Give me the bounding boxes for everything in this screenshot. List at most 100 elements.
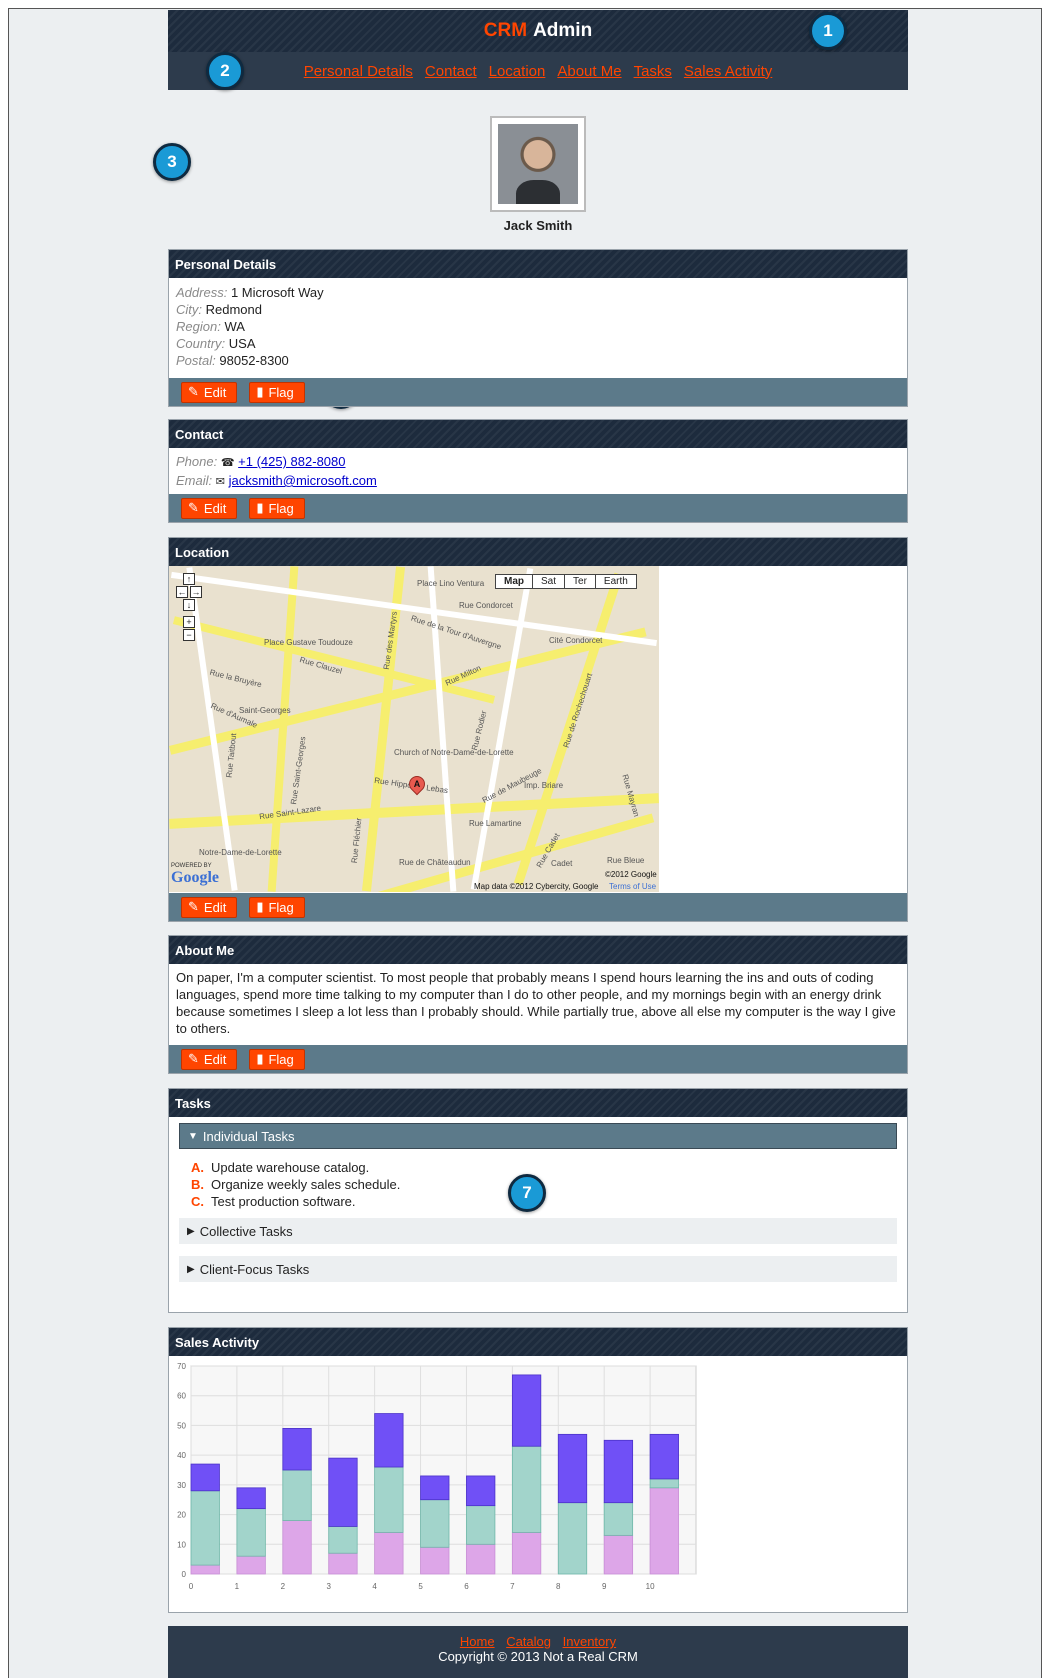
footer-links: Home Catalog Inventory — [168, 1634, 908, 1649]
metro-label: Notre-Dame-de-Lorette — [199, 848, 282, 857]
footer-link-inventory[interactable]: Inventory — [563, 1634, 616, 1649]
phone-link[interactable]: +1 (425) 882-8080 — [238, 454, 345, 469]
bookmark-icon: ▮ — [256, 384, 264, 399]
x-tick-label: 6 — [464, 1582, 469, 1591]
nav-link-location[interactable]: Location — [489, 63, 546, 80]
bar-segment — [511, 1374, 542, 1447]
bar-segment — [236, 1487, 266, 1510]
bar-segment — [374, 1466, 404, 1533]
map-data-attribution: Map data ©2012 Cybercity, Google — [474, 882, 599, 891]
edit-button[interactable]: ✎ Edit — [181, 381, 238, 403]
nav-link-about-me[interactable]: About Me — [557, 63, 621, 80]
panel-heading: About Me — [169, 936, 907, 964]
task-letter: C. — [191, 1194, 204, 1209]
zoom-out-icon[interactable]: − — [183, 629, 195, 641]
x-tick-label: 7 — [510, 1582, 515, 1591]
profile-name: Jack Smith — [503, 218, 573, 233]
flag-button[interactable]: ▮ Flag — [249, 497, 305, 519]
list-item: C. Test production software. — [191, 1193, 907, 1210]
bar-segment — [190, 1490, 220, 1566]
triangle-down-icon: ▼ — [188, 1130, 198, 1142]
map-type-ter[interactable]: Ter — [565, 575, 596, 588]
region-value: WA — [224, 319, 245, 334]
edit-button[interactable]: ✎ Edit — [181, 1048, 238, 1070]
nav-link-sales-activity[interactable]: Sales Activity — [684, 63, 772, 80]
map-type-sat[interactable]: Sat — [533, 575, 566, 588]
flag-button[interactable]: ▮ Flag — [249, 1048, 305, 1070]
footer-link-catalog[interactable]: Catalog — [506, 1634, 551, 1649]
field-label: Region: — [176, 319, 221, 334]
task-letter: A. — [191, 1160, 204, 1175]
place-label: Place Lino Ventura — [417, 579, 485, 588]
about-me-text: On paper, I'm a computer scientist. To m… — [176, 970, 896, 1036]
bar-segment — [420, 1499, 450, 1548]
bar-segment — [374, 1413, 404, 1468]
pan-left-icon[interactable]: ← — [176, 586, 188, 598]
map-type-map[interactable]: Map — [496, 575, 533, 588]
x-tick-label: 10 — [646, 1582, 655, 1591]
avatar — [498, 124, 578, 204]
flag-button[interactable]: ▮ Flag — [249, 896, 305, 918]
accordion-client-focus-tasks[interactable]: ▶ Client-Focus Tasks — [179, 1256, 897, 1282]
bar-segment — [511, 1445, 542, 1533]
accordion-individual-tasks[interactable]: ▼ Individual Tasks — [179, 1123, 897, 1149]
place-label: Imp. Briare — [524, 781, 564, 790]
pencil-icon: ✎ — [188, 899, 199, 914]
site-header: CRM Admin Personal Details Contact Locat… — [168, 10, 908, 90]
bar-segment — [603, 1502, 634, 1536]
bar-segment — [603, 1439, 634, 1504]
x-tick-label: 8 — [556, 1582, 561, 1591]
y-tick-label: 40 — [177, 1451, 186, 1460]
bar-segment — [374, 1531, 404, 1575]
footer-copyright: Copyright © 2013 Not a Real CRM — [438, 1649, 638, 1664]
email-link[interactable]: jacksmith@microsoft.com — [229, 473, 377, 488]
edit-button[interactable]: ✎ Edit — [181, 896, 238, 918]
panel-actions: ✎ Edit ▮ Flag — [169, 494, 907, 522]
edit-button[interactable]: ✎ Edit — [181, 497, 238, 519]
location-panel: Location Map Sat Ter Earth ↑ ← → ↓ + − R… — [168, 537, 908, 922]
accordion-label: Collective Tasks — [199, 1223, 293, 1239]
nav-link-personal-details[interactable]: Personal Details — [304, 63, 413, 80]
bar-segment — [649, 1478, 679, 1489]
pencil-icon: ✎ — [188, 1051, 199, 1066]
footer-link-home[interactable]: Home — [460, 1634, 495, 1649]
street-label: Rue Condorcet — [459, 601, 513, 610]
pan-down-icon[interactable]: ↓ — [183, 599, 195, 611]
nav-link-tasks[interactable]: Tasks — [634, 63, 672, 80]
panel-heading: Personal Details — [169, 250, 907, 278]
map-type-earth[interactable]: Earth — [596, 575, 636, 588]
map-type-selector: Map Sat Ter Earth — [495, 574, 637, 589]
field-label: Address: — [176, 285, 228, 300]
accordion-label: Client-Focus Tasks — [199, 1261, 310, 1277]
x-tick-label: 4 — [372, 1582, 377, 1591]
panel-heading: Tasks — [169, 1089, 907, 1117]
accordion-collective-tasks[interactable]: ▶ Collective Tasks — [179, 1218, 897, 1244]
zoom-in-icon[interactable]: + — [183, 616, 195, 628]
map-road — [169, 793, 659, 829]
contact-panel: Contact Phone: ☎ +1 (425) 882-8080 Email… — [168, 419, 908, 523]
bar-segment — [466, 1543, 496, 1575]
google-logo: Google — [171, 869, 219, 886]
flag-button-label: Flag — [268, 899, 294, 915]
x-tick-label: 9 — [602, 1582, 607, 1591]
x-tick-label: 3 — [327, 1582, 332, 1591]
phone-icon: ☎ — [220, 457, 235, 469]
panel-heading: Sales Activity — [169, 1328, 907, 1356]
field-label: Country: — [176, 336, 226, 351]
personal-details-panel: Personal Details Address: 1 Microsoft Wa… — [168, 249, 908, 407]
map[interactable]: Map Sat Ter Earth ↑ ← → ↓ + − Rue Condor… — [169, 566, 659, 892]
site-footer: Home Catalog Inventory Copyright © 2013 … — [168, 1626, 908, 1678]
bar-segment — [328, 1552, 358, 1575]
nav-link-contact[interactable]: Contact — [425, 63, 477, 80]
y-tick-label: 10 — [177, 1540, 186, 1549]
pencil-icon: ✎ — [188, 384, 199, 399]
flag-button[interactable]: ▮ Flag — [249, 381, 305, 403]
bar-segment — [420, 1546, 450, 1575]
task-text: Test production software. — [211, 1194, 356, 1209]
bar-segment — [466, 1475, 496, 1507]
bar-segment — [557, 1433, 588, 1504]
terms-of-use-link[interactable]: Terms of Use — [609, 882, 656, 891]
pan-up-icon[interactable]: ↑ — [183, 573, 195, 585]
pan-right-icon[interactable]: → — [190, 586, 202, 598]
